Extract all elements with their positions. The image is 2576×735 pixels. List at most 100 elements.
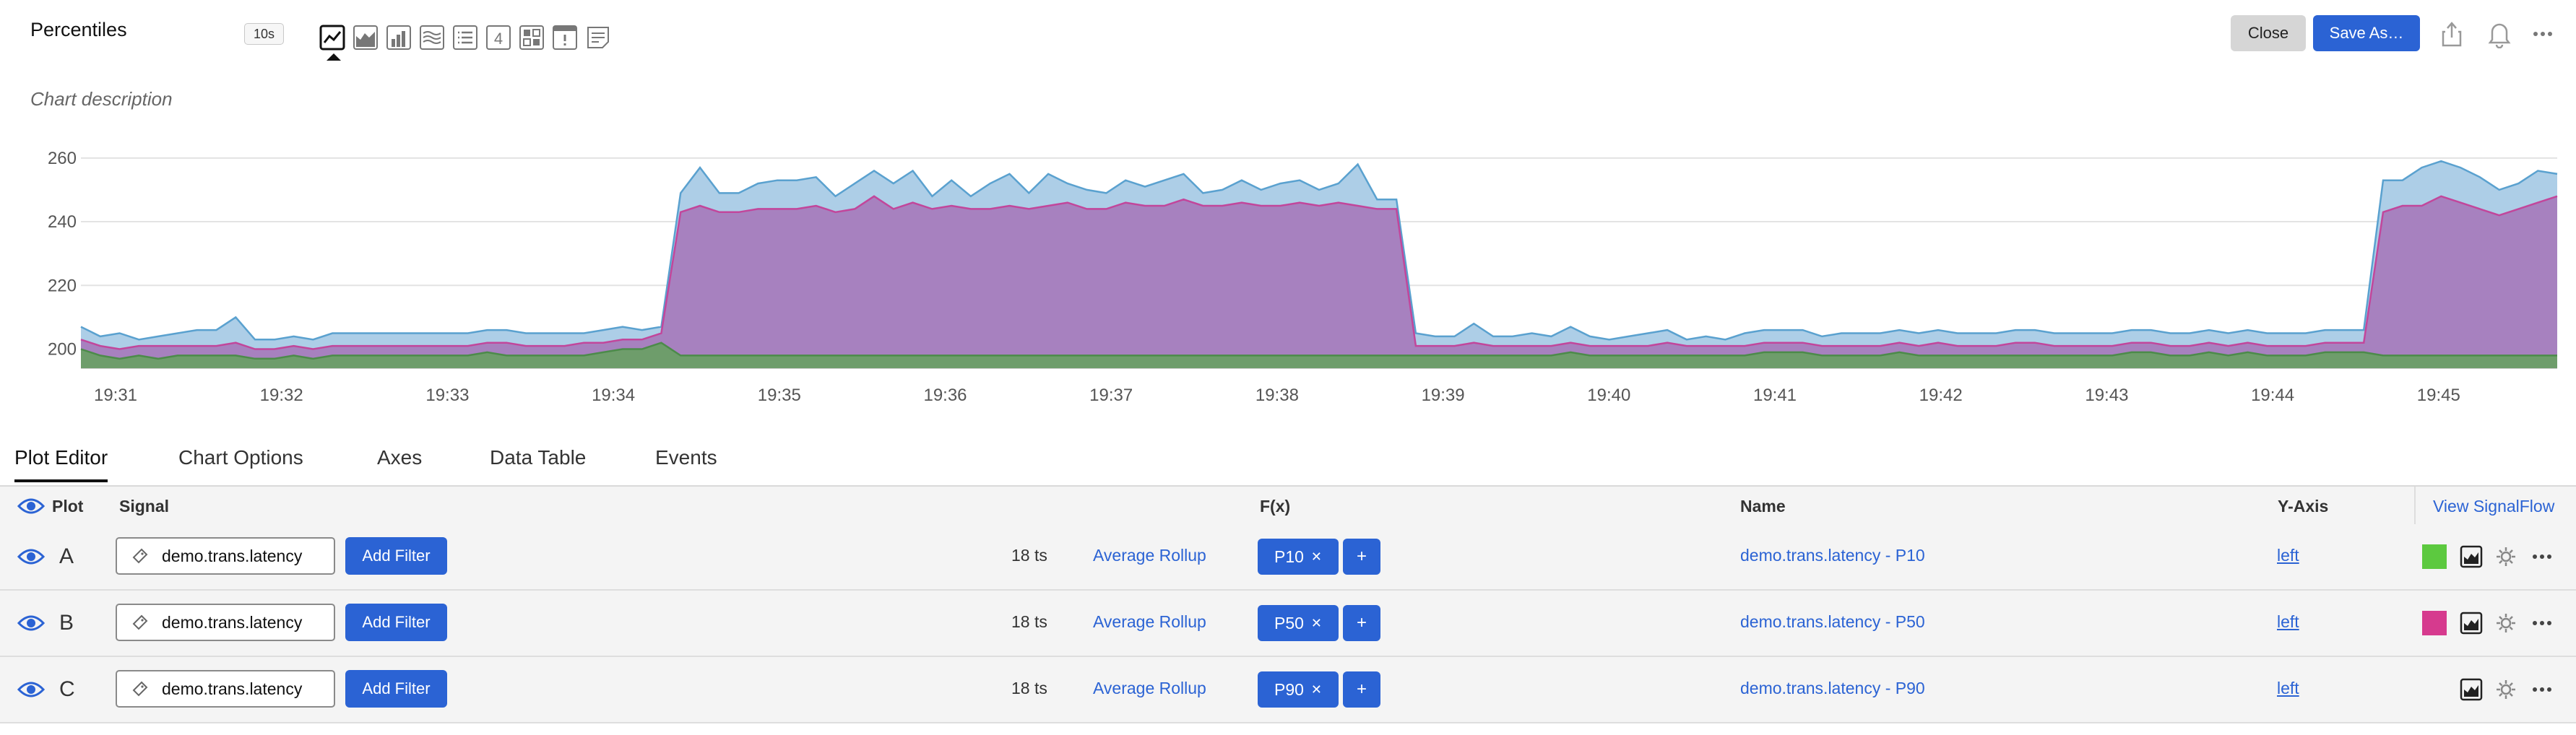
- rollup-link[interactable]: Average Rollup: [1093, 679, 1206, 698]
- x-tick-label: 19:35: [758, 386, 801, 405]
- eye-icon[interactable]: [17, 495, 45, 517]
- column-chart-button[interactable]: [384, 23, 413, 52]
- y-axis-link[interactable]: left: [2277, 679, 2299, 698]
- visualization-type-button[interactable]: [2459, 677, 2484, 702]
- chart-title[interactable]: Percentiles: [30, 19, 127, 41]
- event-feed-button[interactable]: [550, 23, 579, 52]
- list-button[interactable]: [451, 23, 480, 52]
- add-filter-button[interactable]: Add Filter: [345, 537, 447, 575]
- event-feed-icon: [553, 25, 577, 50]
- fx-label: P10: [1274, 547, 1304, 566]
- plot-row-b: B demo.trans.latency Add Filter 18 ts Av…: [0, 591, 2576, 657]
- color-swatch[interactable]: [2422, 544, 2447, 569]
- column-chart-icon: [386, 25, 411, 50]
- area-chart-button[interactable]: [351, 23, 380, 52]
- rollup-link[interactable]: Average Rollup: [1093, 546, 1206, 565]
- row-more-button[interactable]: [2530, 677, 2554, 702]
- tab-axes[interactable]: Axes: [377, 446, 422, 469]
- fx-function-pill[interactable]: P10 ✕: [1258, 539, 1339, 575]
- plot-table-header: Plot Signal F(x) Name Y-Axis View Signal…: [0, 487, 2576, 525]
- editor-tabs: Plot Editor Chart Options Axes Data Tabl…: [0, 439, 2576, 487]
- tag-icon: [132, 548, 148, 564]
- add-fx-button[interactable]: +: [1343, 539, 1380, 575]
- fx-label: P50: [1274, 613, 1304, 632]
- tab-events[interactable]: Events: [655, 446, 717, 469]
- x-tick-label: 19:39: [1422, 386, 1465, 405]
- plot-name-link[interactable]: demo.trans.latency - P10: [1740, 546, 1925, 565]
- tab-plot-editor[interactable]: Plot Editor: [14, 446, 108, 482]
- x-tick-label: 19:32: [260, 386, 303, 405]
- eye-icon[interactable]: [17, 612, 45, 634]
- histogram-button[interactable]: [418, 23, 446, 52]
- visualization-type-button[interactable]: [2459, 544, 2484, 569]
- share-icon: [2442, 22, 2462, 47]
- close-button[interactable]: Close: [2231, 15, 2306, 51]
- alert-button[interactable]: [2484, 16, 2515, 52]
- x-tick-label: 19:42: [1919, 386, 1963, 405]
- tab-chart-options[interactable]: Chart Options: [178, 446, 303, 469]
- add-filter-button[interactable]: Add Filter: [345, 604, 447, 641]
- remove-fx-icon[interactable]: ✕: [1311, 616, 1322, 631]
- y-axis-link[interactable]: left: [2277, 546, 2299, 565]
- x-tick-label: 19:43: [2085, 386, 2128, 405]
- percentiles-chart[interactable]: 200 220 240 260 19:31 19:32 19:33 19:34 19:35 19:…: [0, 144, 2576, 419]
- row-more-button[interactable]: [2530, 611, 2554, 635]
- eye-icon[interactable]: [17, 679, 45, 700]
- tag-icon: [132, 614, 148, 630]
- rollup-link[interactable]: Average Rollup: [1093, 612, 1206, 632]
- y-tick-label: 260: [48, 149, 77, 168]
- row-more-button[interactable]: [2530, 544, 2554, 569]
- text-note-button[interactable]: [584, 23, 613, 52]
- histogram-icon: [420, 25, 444, 50]
- signal-field[interactable]: demo.trans.latency: [116, 670, 335, 708]
- plot-letter[interactable]: C: [59, 677, 75, 702]
- y-axis-link[interactable]: left: [2277, 612, 2299, 632]
- x-tick-label: 19:34: [592, 386, 635, 405]
- add-fx-button[interactable]: +: [1343, 671, 1380, 708]
- remove-fx-icon[interactable]: ✕: [1311, 549, 1322, 565]
- ts-count: 18 ts: [1011, 612, 1047, 631]
- header-y-axis: Y-Axis: [2278, 497, 2329, 516]
- resolution-badge: 10s: [244, 23, 285, 45]
- more-icon: [2533, 621, 2551, 625]
- plot-letter[interactable]: B: [59, 611, 74, 635]
- gear-icon: [2497, 614, 2515, 632]
- plot-settings-button[interactable]: [2494, 544, 2518, 569]
- plot-settings-button[interactable]: [2494, 677, 2518, 702]
- add-filter-button[interactable]: Add Filter: [345, 670, 447, 708]
- gear-icon: [2497, 547, 2515, 566]
- plot-letter[interactable]: A: [59, 544, 74, 569]
- header-divider: [2414, 487, 2416, 524]
- x-tick-label: 19:45: [2417, 386, 2460, 405]
- heatmap-icon: [519, 25, 544, 50]
- plot-name-link[interactable]: demo.trans.latency - P50: [1740, 612, 1925, 632]
- signal-field[interactable]: demo.trans.latency: [116, 604, 335, 641]
- x-tick-label: 19:36: [923, 386, 967, 405]
- add-fx-button[interactable]: +: [1343, 605, 1380, 641]
- plot-settings-button[interactable]: [2494, 611, 2518, 635]
- view-signalflow-link[interactable]: View SignalFlow: [2433, 497, 2554, 516]
- chart-svg: 200 220 240 260 19:31 19:32 19:33 19:34 19:35 19:…: [48, 149, 2558, 405]
- fx-function-pill[interactable]: P50 ✕: [1258, 605, 1339, 641]
- x-tick-label: 19:37: [1089, 386, 1133, 405]
- save-as-button[interactable]: Save As…: [2313, 15, 2420, 51]
- tab-data-table[interactable]: Data Table: [490, 446, 586, 469]
- header-signal: Signal: [119, 497, 170, 516]
- gear-icon: [2497, 680, 2515, 699]
- share-button[interactable]: [2436, 16, 2468, 52]
- line-chart-button[interactable]: [318, 23, 347, 61]
- more-actions-button[interactable]: [2527, 16, 2559, 52]
- plot-name-link[interactable]: demo.trans.latency - P90: [1740, 679, 1925, 698]
- chart-description[interactable]: Chart description: [30, 88, 173, 110]
- eye-icon[interactable]: [17, 546, 45, 567]
- color-swatch[interactable]: [2422, 611, 2447, 635]
- fx-function-pill[interactable]: P90 ✕: [1258, 671, 1339, 708]
- y-tick-label: 200: [48, 340, 77, 360]
- single-value-button[interactable]: 4: [484, 23, 513, 52]
- signal-field[interactable]: demo.trans.latency: [116, 537, 335, 575]
- y-tick-label: 240: [48, 212, 77, 232]
- remove-fx-icon[interactable]: ✕: [1311, 682, 1322, 697]
- heatmap-button[interactable]: [517, 23, 546, 52]
- x-tick-label: 19:41: [1753, 386, 1797, 405]
- visualization-type-button[interactable]: [2459, 611, 2484, 635]
